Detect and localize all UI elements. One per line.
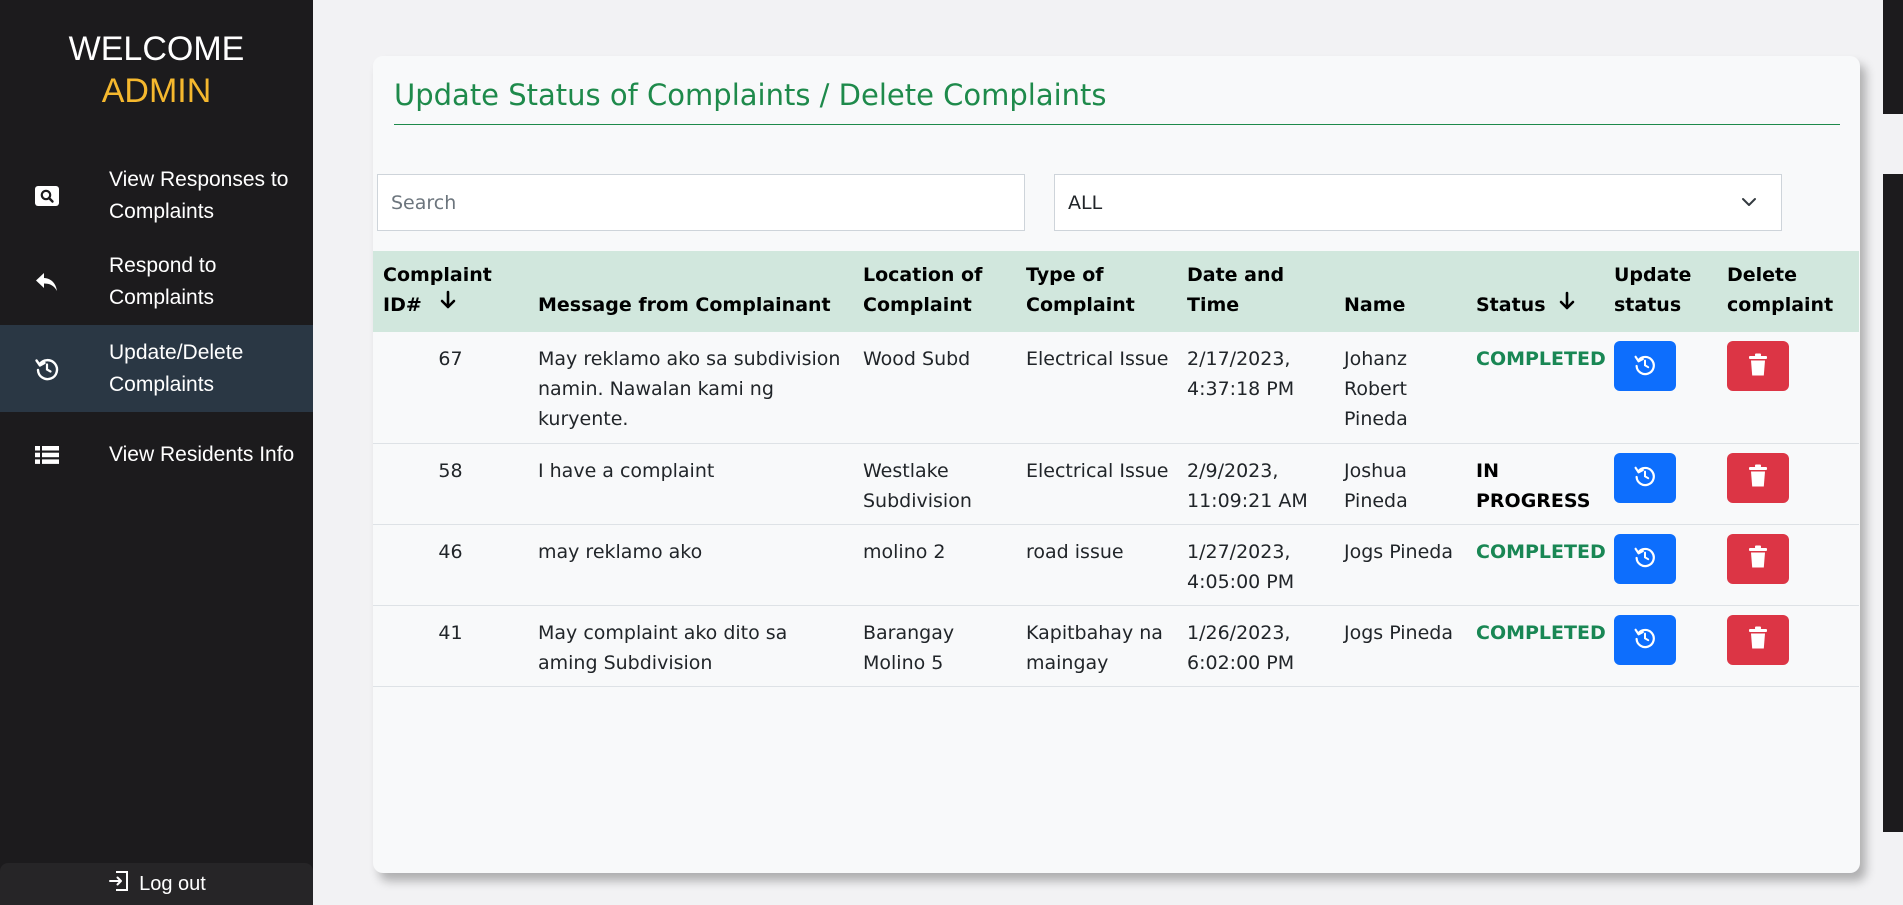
- page-title: Update Status of Complaints / Delete Com…: [394, 78, 1840, 125]
- logout-label: Log out: [139, 872, 206, 895]
- sidebar-item-update-delete[interactable]: Update/Delete Complaints: [0, 325, 313, 412]
- cell-name: Johanz Robert Pineda: [1334, 332, 1466, 444]
- update-status-button[interactable]: [1614, 533, 1676, 584]
- cell-message: May reklamo ako sa subdivision namin. Na…: [528, 332, 853, 444]
- cell-datetime: 2/9/2023, 11:09:21 AM: [1177, 443, 1334, 525]
- cell-location: Wood Subd: [853, 332, 1016, 444]
- cell-message: May complaint ako dito sa aming Subdivis…: [528, 605, 853, 687]
- cell-status: COMPLETED: [1466, 605, 1606, 687]
- column-header-type: Type of Complaint: [1026, 264, 1135, 316]
- page-scrollbar-thumb[interactable]: [1883, 0, 1903, 114]
- cell-location: Barangay Molino 5: [853, 605, 1016, 687]
- search-icon: [32, 181, 62, 211]
- trash-icon: [1748, 545, 1768, 572]
- sidebar: WELCOME ADMIN View Responses to Complain…: [0, 0, 313, 905]
- cell-delete-action: [1717, 524, 1859, 606]
- cell-message: may reklamo ako: [528, 524, 853, 606]
- cell-datetime: 1/27/2023, 4:05:00 PM: [1177, 524, 1334, 606]
- cell-status: COMPLETED: [1466, 524, 1606, 606]
- column-header-message: Message from Complainant: [538, 294, 831, 316]
- cell-delete-action: [1717, 605, 1859, 687]
- chevron-down-icon: [1741, 193, 1757, 215]
- trash-icon: [1748, 353, 1768, 380]
- delete-complaint-button[interactable]: [1727, 341, 1789, 391]
- delete-complaint-button[interactable]: [1727, 533, 1789, 584]
- table-header-row: Complaint ID# Message from Complainant L…: [373, 251, 1859, 332]
- refresh-clock-icon: [1633, 464, 1657, 491]
- refresh-clock-icon: [1633, 353, 1657, 380]
- column-header-update: Update status: [1614, 264, 1692, 316]
- refresh-clock-icon: [1633, 626, 1657, 653]
- cell-name: Joshua Pineda: [1334, 443, 1466, 525]
- cell-delete-action: [1717, 443, 1859, 525]
- update-status-button[interactable]: [1614, 614, 1676, 665]
- cell-name: Jogs Pineda: [1334, 524, 1466, 606]
- column-header-delete: Delete complaint: [1727, 264, 1834, 316]
- logout-button[interactable]: Log out: [0, 863, 313, 905]
- filter-selected-value: ALL: [1068, 191, 1103, 214]
- cell-update-action: [1604, 332, 1717, 444]
- column-header-id[interactable]: Complaint ID#: [373, 251, 528, 332]
- cell-type: road issue: [1016, 524, 1177, 606]
- cell-update-action: [1604, 605, 1717, 687]
- cell-location: molino 2: [853, 524, 1016, 606]
- sidebar-item-view-responses[interactable]: View Responses to Complaints: [0, 160, 313, 232]
- sidebar-item-respond[interactable]: Respond to Complaints: [0, 246, 313, 318]
- sidebar-item-label: View Responses to Complaints: [109, 168, 289, 223]
- cell-complaint-id: 67: [373, 332, 528, 444]
- complaints-table: Complaint ID# Message from Complainant L…: [373, 251, 1859, 687]
- cell-datetime: 1/26/2023, 6:02:00 PM: [1177, 605, 1334, 687]
- cell-name: Jogs Pineda: [1334, 605, 1466, 687]
- reply-icon: [32, 267, 62, 297]
- refresh-clock-icon: [1633, 545, 1657, 572]
- search-input[interactable]: [377, 174, 1025, 231]
- update-status-button[interactable]: [1614, 341, 1676, 391]
- cell-status: COMPLETED: [1466, 332, 1606, 444]
- table-row: 58 I have a complaint Westlake Subdivision…: [373, 443, 1859, 525]
- column-header-location: Location of Complaint: [863, 264, 983, 316]
- cell-type: Electrical Issue: [1016, 332, 1177, 444]
- cell-delete-action: [1717, 332, 1859, 444]
- cell-location: Westlake Subdivision: [853, 443, 1016, 525]
- delete-complaint-button[interactable]: [1727, 452, 1789, 503]
- welcome-heading: WELCOME ADMIN: [0, 28, 313, 112]
- cell-status: IN PROGRESS: [1466, 443, 1604, 525]
- trash-icon: [1748, 626, 1768, 653]
- welcome-text: WELCOME: [68, 30, 245, 68]
- complaints-table-wrapper: Complaint ID# Message from Complainant L…: [373, 251, 1859, 687]
- cell-complaint-id: 58: [373, 443, 528, 525]
- cell-update-action: [1604, 443, 1717, 525]
- page-scrollbar-thumb[interactable]: [1883, 174, 1903, 832]
- sort-down-arrow-icon[interactable]: [1558, 290, 1576, 320]
- cell-datetime: 2/17/2023, 4:37:18 PM: [1177, 332, 1334, 444]
- sidebar-item-label: Respond to Complaints: [109, 254, 217, 309]
- cell-type: Electrical Issue: [1016, 443, 1177, 525]
- column-header-status[interactable]: Status: [1466, 251, 1604, 332]
- sidebar-item-residents[interactable]: View Residents Info: [0, 431, 313, 479]
- cell-complaint-id: 46: [373, 524, 528, 606]
- cell-update-action: [1604, 524, 1717, 606]
- sidebar-item-label: View Residents Info: [109, 443, 295, 466]
- history-icon: [32, 354, 62, 384]
- trash-icon: [1748, 464, 1768, 491]
- column-header-name: Name: [1344, 294, 1406, 316]
- cell-message: I have a complaint: [528, 443, 853, 525]
- delete-complaint-button[interactable]: [1727, 614, 1789, 665]
- admin-text: ADMIN: [101, 72, 212, 110]
- status-filter-select[interactable]: ALL: [1054, 174, 1782, 231]
- table-row: 41 May complaint ako dito sa aming Subdiv…: [373, 605, 1859, 687]
- column-header-datetime: Date and Time: [1187, 264, 1285, 316]
- list-icon: [32, 440, 62, 470]
- sort-down-arrow-icon[interactable]: [439, 289, 457, 319]
- table-row: 46 may reklamo ako molino 2 road issue 1/27/…: [373, 524, 1859, 606]
- logout-icon: [107, 869, 139, 899]
- table-row: 67 May reklamo ako sa subdivision namin. …: [373, 332, 1859, 444]
- complaints-card: Update Status of Complaints / Delete Com…: [373, 56, 1860, 873]
- sidebar-item-label: Update/Delete Complaints: [109, 340, 244, 396]
- update-status-button[interactable]: [1614, 452, 1676, 503]
- cell-complaint-id: 41: [373, 605, 528, 687]
- cell-type: Kapitbahay na maingay: [1016, 605, 1177, 687]
